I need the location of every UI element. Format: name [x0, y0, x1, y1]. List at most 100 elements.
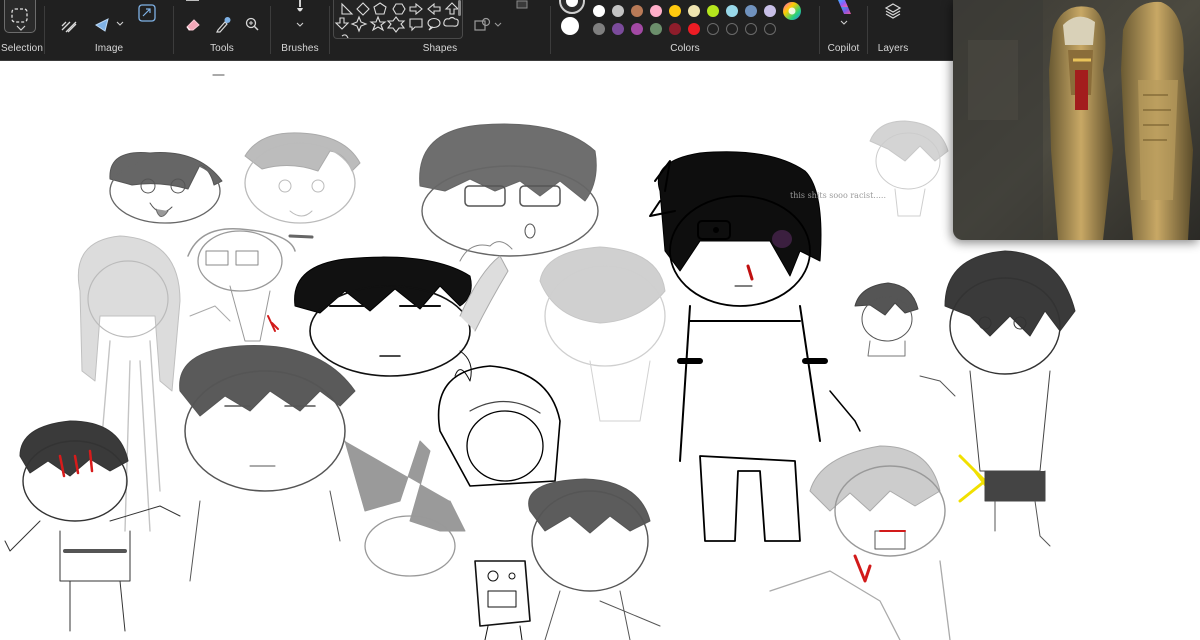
drawing-bloody-kid	[4, 420, 181, 632]
color-swatch[interactable]	[726, 5, 738, 17]
color-swatch[interactable]	[745, 5, 757, 17]
color-swatch[interactable]	[764, 5, 776, 17]
copilot-group: Copilot	[820, 0, 867, 60]
image-group: Image	[45, 0, 173, 60]
image-group-label: Image	[94, 43, 124, 54]
eraser-button[interactable]	[182, 13, 204, 35]
left-arrow-shape-icon[interactable]	[427, 2, 441, 16]
chevron-down-icon	[16, 25, 26, 31]
color-swatch[interactable]	[726, 23, 738, 35]
color-swatch[interactable]	[650, 23, 662, 35]
magnifier-button[interactable]	[241, 13, 263, 35]
cloud-callout-shape-icon[interactable]	[443, 16, 459, 27]
primary-color-button[interactable]	[559, 0, 585, 14]
brushes-group: Brushes	[271, 0, 329, 60]
color-swatch[interactable]	[650, 5, 662, 17]
copilot-icon	[838, 0, 851, 14]
layers-icon	[884, 3, 902, 19]
edit-colors-button[interactable]	[781, 0, 803, 22]
video-overlay-window[interactable]	[953, 0, 1200, 240]
color-swatch[interactable]	[593, 23, 605, 35]
drawing-gray-blob-figure	[539, 246, 666, 422]
color-swatch[interactable]	[631, 5, 643, 17]
copilot-button[interactable]	[832, 0, 854, 18]
color-swatch[interactable]	[631, 23, 643, 35]
colors-group: Colors	[551, 0, 819, 60]
heart-shape-icon[interactable]	[341, 34, 349, 38]
secondary-color-button[interactable]	[561, 17, 579, 35]
drawing-freckled-face	[244, 132, 361, 224]
copilot-group-label: Copilot	[827, 43, 860, 54]
overlay-photo	[953, 0, 1200, 240]
rotate-button[interactable]	[92, 14, 114, 36]
brushes-button[interactable]	[289, 0, 311, 22]
color-swatch[interactable]	[669, 5, 681, 17]
tools-group-label: Tools	[210, 43, 234, 54]
right-arrow-shape-icon[interactable]	[409, 2, 423, 16]
drawing-gray-face	[179, 345, 356, 582]
selection-group: Selection	[0, 0, 44, 60]
color-swatch[interactable]	[593, 5, 605, 17]
sarcophagus-right	[1121, 1, 1193, 240]
drawing-black-hair-head	[294, 255, 509, 382]
resize-button[interactable]	[136, 2, 158, 24]
color-swatch[interactable]	[612, 5, 624, 17]
drawing-square-creature	[474, 560, 531, 640]
chevron-down-icon	[296, 22, 304, 27]
drawing-bunny-ears-figure	[344, 440, 466, 577]
selection-button[interactable]	[4, 0, 36, 33]
layers-group: Layers	[868, 0, 918, 60]
four-point-star-shape-icon[interactable]	[350, 15, 368, 33]
shape-fill-button[interactable]	[511, 0, 533, 18]
color-swatch[interactable]	[688, 23, 700, 35]
drawing-hooded-figure	[437, 365, 561, 487]
tools-group: Tools	[174, 0, 270, 60]
crop-button[interactable]	[58, 14, 80, 36]
selection-dashed-icon	[11, 8, 28, 23]
drawing-injured-figure	[769, 445, 992, 640]
eyedropper-icon	[216, 17, 231, 33]
pentagon-shape-icon[interactable]	[373, 2, 387, 15]
six-point-star-shape-icon[interactable]	[386, 16, 406, 33]
color-swatch[interactable]	[707, 5, 719, 17]
pencil-icon	[186, 0, 199, 1]
color-swatch[interactable]	[764, 23, 776, 35]
speech-bubble-shape-icon[interactable]	[409, 18, 423, 32]
shapes-group-label: Shapes	[422, 43, 458, 54]
drawing-sitting-figure	[854, 282, 919, 357]
diamond-shape-icon[interactable]	[356, 2, 370, 16]
up-arrow-shape-icon[interactable]	[444, 2, 460, 15]
oval-callout-shape-icon[interactable]	[427, 17, 441, 31]
chevron-down-icon	[840, 20, 848, 25]
five-point-star-shape-icon[interactable]	[369, 15, 387, 32]
right-triangle-shape-icon[interactable]	[341, 2, 354, 15]
drawing-gray-glasses-head	[419, 123, 599, 262]
drawing-long-hair-figure	[77, 235, 181, 532]
color-swatch[interactable]	[669, 23, 681, 35]
resize-icon	[138, 4, 156, 22]
shapes-gallery[interactable]	[333, 0, 463, 39]
drawing-small-light-figure	[869, 120, 949, 217]
color-picker-button[interactable]	[212, 13, 234, 35]
color-swatch[interactable]	[688, 5, 700, 17]
sarcophagus-left	[1049, 6, 1113, 240]
color-wheel-icon	[783, 2, 801, 20]
drawing-tongue-face	[109, 152, 223, 224]
layers-button[interactable]	[882, 0, 904, 22]
shape-outline-button[interactable]	[471, 14, 493, 36]
color-swatch[interactable]	[612, 23, 624, 35]
gallery-scrollbar[interactable]	[458, 0, 461, 16]
drawing-glasses-zombie	[187, 227, 314, 342]
primary-color-swatch	[566, 0, 578, 7]
magnifier-icon	[245, 17, 259, 31]
chevron-down-icon	[116, 21, 124, 26]
color-swatch[interactable]	[745, 23, 757, 35]
shape-fill-icon	[516, 0, 528, 9]
brush-icon	[297, 0, 303, 12]
down-arrow-shape-icon[interactable]	[334, 17, 350, 30]
hexagon-shape-icon[interactable]	[392, 3, 406, 15]
shapes-gallery-icons	[334, 2, 460, 38]
shape-outline-icon	[474, 17, 491, 31]
color-swatch[interactable]	[707, 23, 719, 35]
eraser-icon	[186, 19, 200, 31]
